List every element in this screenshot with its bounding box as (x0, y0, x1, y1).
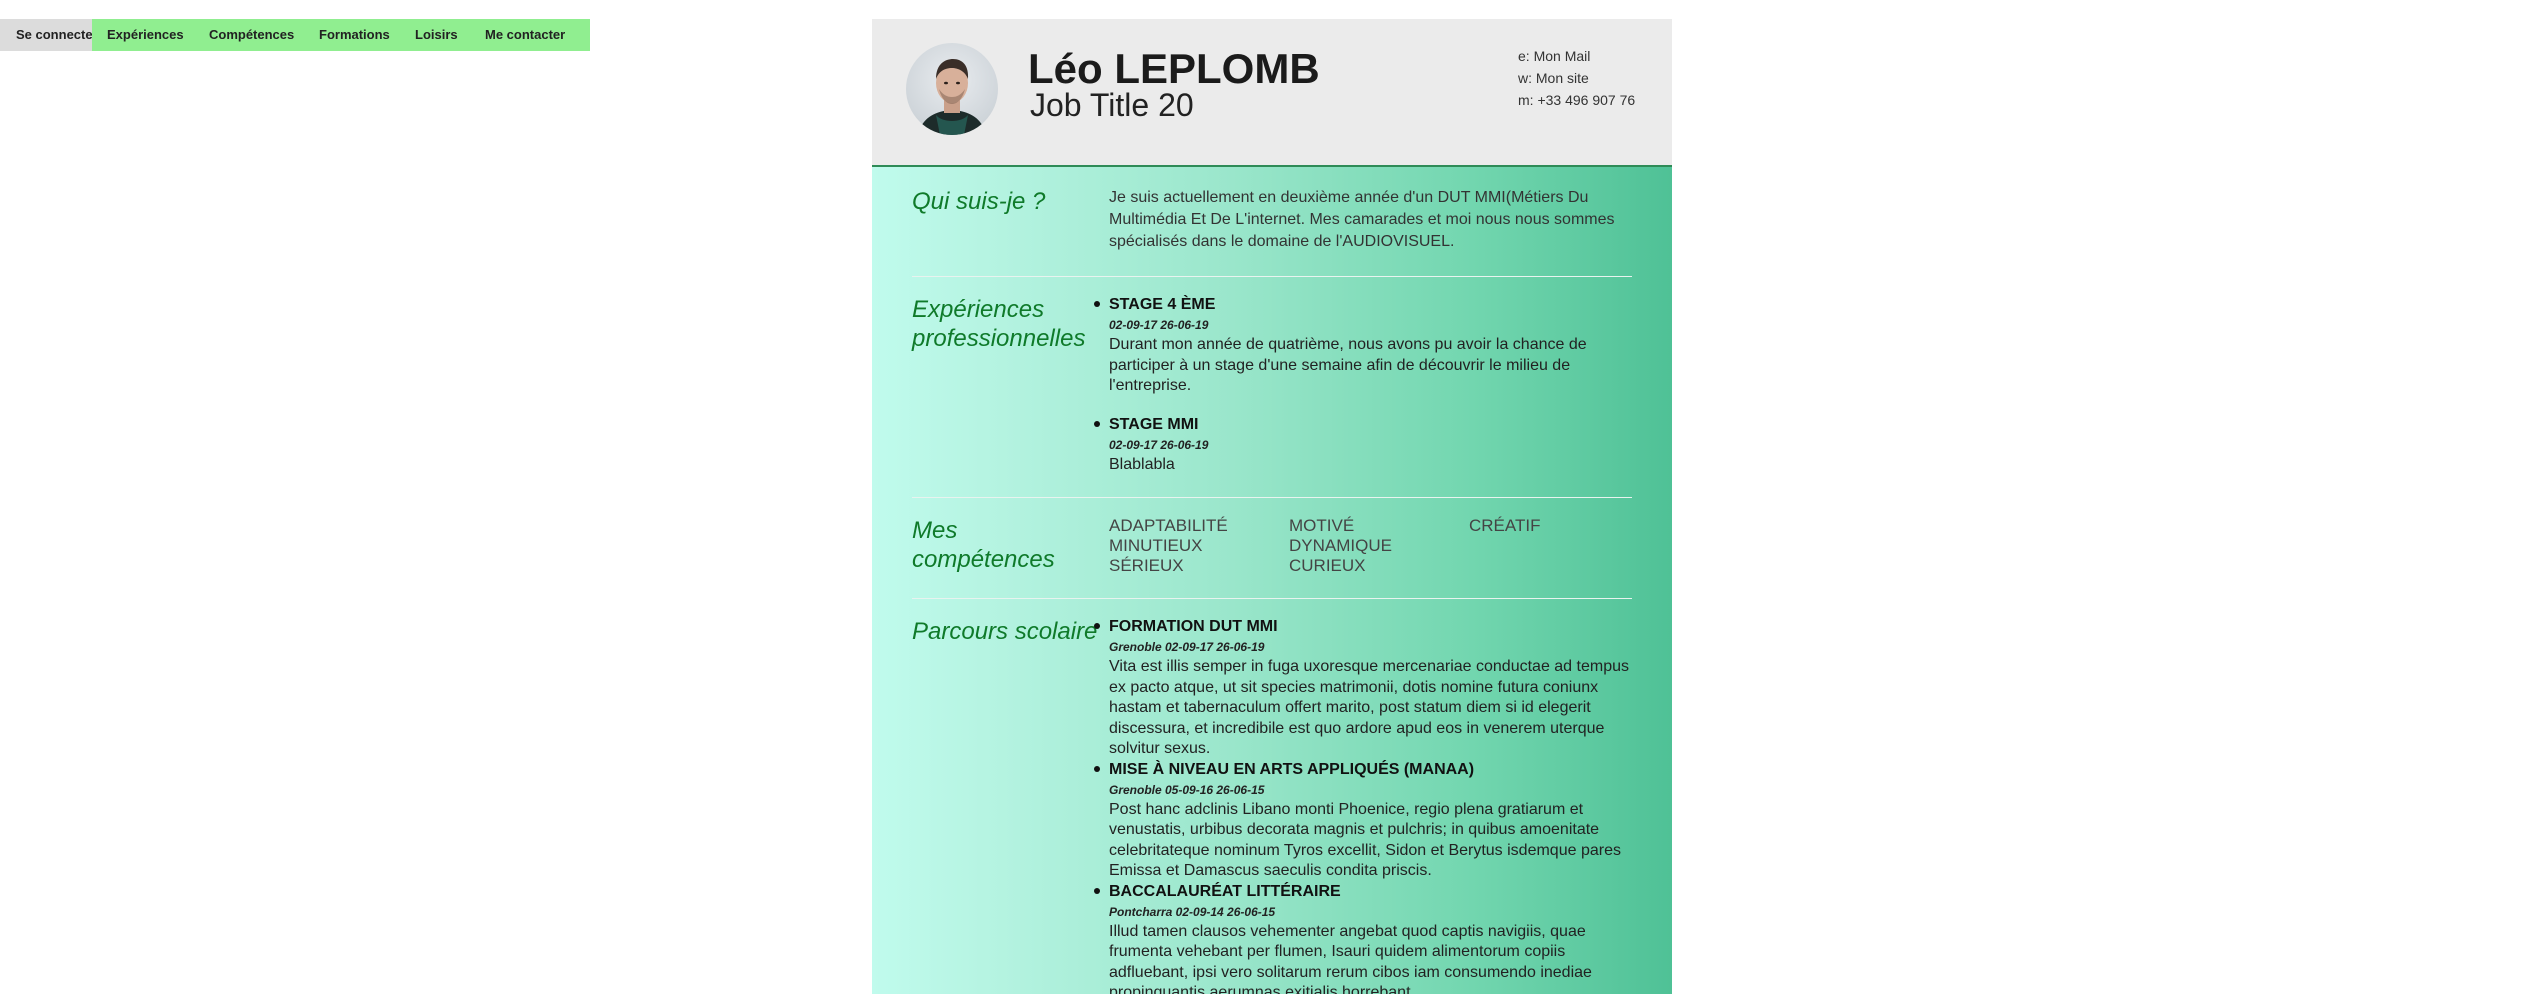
bullet-icon (1094, 765, 1100, 772)
skill-item: CRÉATIF (1469, 516, 1541, 535)
entry-title: STAGE 4 ÈME (1109, 296, 1216, 313)
bullet-icon (1094, 420, 1100, 427)
bullet-icon (1094, 301, 1100, 307)
entry-text: Illud tamen clausos vehementer angebat q… (1109, 922, 1592, 994)
entry-dates: 02-09-17 26-06-19 (1109, 318, 1209, 332)
divider (912, 276, 1632, 277)
nav-login-link[interactable]: Se connecter (0, 19, 98, 51)
entry-dates: Grenoble 02-09-17 26-06-19 (1109, 640, 1265, 654)
entry-text: Durant mon année de quatrième, nous avon… (1109, 336, 1587, 394)
nav-education-link[interactable]: Formations (304, 19, 400, 51)
contact-mail[interactable]: e: Mon Mail (1518, 45, 1635, 67)
section-title-education: Parcours scolaire (912, 618, 1098, 645)
experiences-list: STAGE 4 ÈME 02-09-17 26-06-19 Durant mon… (1094, 295, 1634, 476)
entry-title: STAGE MMI (1109, 415, 1199, 433)
skill-item: SÉRIEUX (1109, 556, 1184, 575)
contact-site[interactable]: w: Mon site (1518, 67, 1635, 89)
list-item: FORMATION DUT MMI Grenoble 02-09-17 26-0… (1094, 617, 1634, 760)
skills-grid: ADAPTABILITÉ MOTIVÉ CRÉATIF MINUTIEUX DY… (1109, 516, 1634, 576)
nav-skills-link[interactable]: Compétences (194, 19, 304, 51)
contact-phone: m: +33 496 907 76 (1518, 92, 1636, 108)
list-item: MISE À NIVEAU EN ARTS APPLIQUÉS (MANAA) … (1094, 760, 1634, 882)
skill-item: MINUTIEUX (1109, 536, 1203, 555)
skill-item: DYNAMIQUE (1289, 536, 1392, 555)
entry-title: BACCALAURÉAT LITTÉRAIRE (1109, 882, 1341, 900)
section-title-about: Qui suis-je ? (912, 188, 1046, 215)
divider (912, 497, 1632, 498)
entry-text: Post hanc adclinis Libano monti Phoenice… (1109, 800, 1621, 880)
entry-title: FORMATION DUT MMI (1109, 618, 1278, 635)
section-title-skills: Mes compétences (912, 517, 1055, 573)
contact-info: e: Mon Mail w: Mon site m: +33 496 907 7… (1518, 45, 1635, 111)
entry-text: Vita est illis semper in fuga uxoresque … (1109, 658, 1629, 757)
cv-body: Qui suis-je ? Je suis actuellement en de… (872, 167, 1672, 994)
nav-contact-link[interactable]: Me contacter (470, 19, 590, 51)
skill-item: CURIEUX (1289, 556, 1366, 575)
cv-header: Léo LEPLOMB Job Title 20 e: Mon Mail w: … (872, 19, 1672, 167)
person-name: Léo LEPLOMB (1028, 45, 1320, 92)
nav-experiences-link[interactable]: Expériences (92, 19, 194, 51)
avatar-portrait-icon (918, 59, 986, 135)
entry-dates: Pontcharra 02-09-14 26-06-15 (1109, 904, 1276, 919)
section-title-experiences: Expériences professionnelles (912, 296, 1086, 352)
entry-title: MISE À NIVEAU EN ARTS APPLIQUÉS (MANAA) (1109, 760, 1475, 778)
top-navigation: Se connecter Expériences Compétences For… (0, 19, 590, 51)
entry-text: Blablabla (1109, 455, 1175, 473)
bullet-icon (1094, 887, 1100, 894)
list-item: STAGE MMI 02-09-17 26-06-19 Blablabla (1094, 415, 1634, 476)
skill-item: ADAPTABILITÉ (1109, 516, 1228, 535)
avatar (906, 43, 998, 135)
divider (912, 598, 1632, 599)
entry-dates: Grenoble 05-09-16 26-06-15 (1109, 782, 1265, 797)
entry-dates: 02-09-17 26-06-19 (1109, 437, 1209, 452)
nav-hobbies-link[interactable]: Loisirs (400, 19, 470, 51)
cv-card: Léo LEPLOMB Job Title 20 e: Mon Mail w: … (872, 19, 1672, 994)
skill-item: MOTIVÉ (1289, 516, 1355, 535)
bullet-icon (1094, 623, 1100, 629)
job-title: Job Title 20 (1030, 87, 1194, 123)
list-item: STAGE 4 ÈME 02-09-17 26-06-19 Durant mon… (1094, 295, 1634, 397)
education-list: FORMATION DUT MMI Grenoble 02-09-17 26-0… (1094, 617, 1634, 994)
about-text: Je suis actuellement en deuxième année d… (1109, 189, 1615, 250)
list-item: BACCALAURÉAT LITTÉRAIRE Pontcharra 02-09… (1094, 882, 1634, 994)
